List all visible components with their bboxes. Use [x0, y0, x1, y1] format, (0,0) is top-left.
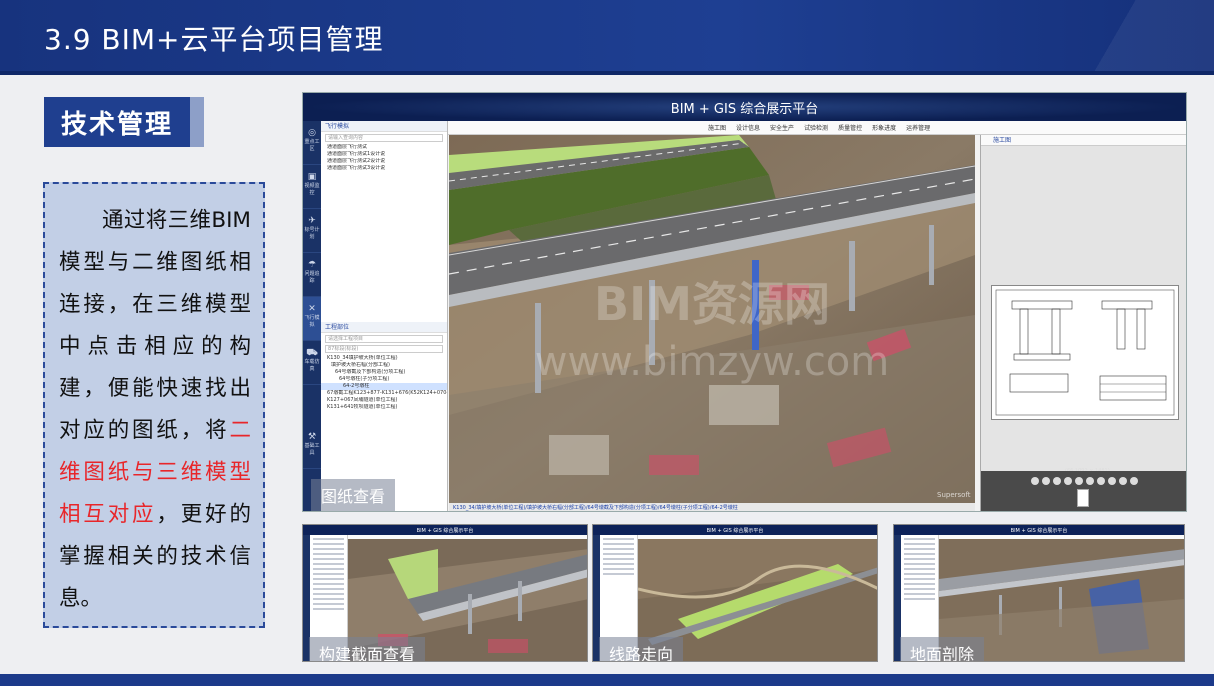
section-label-accent — [190, 97, 204, 147]
slide-title: 3.9 BIM+云平台项目管理 — [44, 23, 384, 56]
side-icon-label: 车载仿真 — [304, 359, 320, 372]
panel-spacer — [321, 172, 447, 322]
watermark-url: www.bimzyw.com — [535, 339, 890, 385]
side-icon-4[interactable]: ☂ 问题追踪 — [303, 253, 321, 297]
last-page-icon[interactable] — [1097, 477, 1105, 485]
next-page-icon[interactable] — [1086, 477, 1094, 485]
side-icon-label: 飞行模拟 — [304, 315, 320, 328]
rain-icon: ☂ — [307, 260, 317, 270]
tree-item-selected[interactable]: 64-2号墩柱 — [321, 383, 447, 390]
watermark-logo: BIM资源网 — [594, 277, 830, 331]
sub-caption: 地面剖除 — [900, 637, 985, 661]
description-part1: 通过将三维BIM模型与二维图纸相连接，在三维模型中点击相应的构建，便能快速找出对… — [59, 208, 251, 443]
side-icon-bar: ◎ 重点工区 ▣ 视频监控 ✈ 标号计划 ☂ 问题追踪 ✕ 飞行模拟 ⛟ 车载仿真 ⚒ 基础工… — [303, 121, 321, 511]
side-icon-5[interactable]: ✕ 飞行模拟 — [303, 297, 321, 341]
tree-item[interactable]: K127+067凤埔隧道(单位工程) — [321, 397, 447, 404]
side-icon-label: 标号计划 — [304, 227, 320, 240]
sub-screenshot-ground-removal: BIM + GIS 综合展示平台 地面剖除 — [893, 524, 1185, 662]
side-icon-label: 重点工区 — [304, 139, 320, 152]
tree-item[interactable]: 64号墩截及下部构造(分项工程) — [321, 369, 447, 376]
zoom-out-icon[interactable] — [1042, 477, 1050, 485]
play-icon[interactable] — [1075, 477, 1083, 485]
app-title: BIM + GIS 综合展示平台 — [670, 101, 819, 117]
drawing-sheet[interactable] — [991, 285, 1179, 420]
description-text: 通过将三维BIM模型与二维图纸相连接，在三维模型中点击相应的构建，便能快速找出对… — [59, 200, 251, 620]
toolbar-item[interactable]: 试验检测 — [804, 123, 828, 132]
side-icon-7[interactable]: ⚒ 基础工具 — [303, 425, 321, 469]
drawing-content — [995, 289, 1175, 416]
tree-item[interactable]: 67墩截工程K123+877-K131+676(K52K124+070-2) — [321, 390, 447, 397]
sub-screenshot-route: BIM + GIS 综合展示平台 线路走向 — [592, 524, 878, 662]
toolbar-item[interactable]: 施工图 — [708, 123, 726, 132]
fly-item[interactable]: 通道面层飞行测试1设计说 — [321, 151, 447, 158]
drawing-panel: 施工图 (66.1092 × 1481) — [980, 135, 1186, 511]
rotate-icon[interactable] — [1108, 477, 1116, 485]
project-tag[interactable]: 87标段(标段) — [325, 345, 443, 353]
side-icon-label: 基础工具 — [304, 443, 320, 456]
side-icon-2[interactable]: ▣ 视频监控 — [303, 165, 321, 209]
side-icon-label: 视频监控 — [304, 183, 320, 196]
main-caption: 图纸查看 — [311, 479, 396, 511]
camera-icon: ▣ — [307, 172, 317, 182]
slide-header: 3.9 BIM+云平台项目管理 — [0, 0, 1214, 75]
slide-footer-bar — [0, 674, 1214, 686]
tree-item[interactable]: K130_34填护坡大桥(单位工程) — [321, 355, 447, 362]
info-icon[interactable] — [1130, 477, 1138, 485]
project-select[interactable]: 请选择工程项目 — [325, 335, 443, 343]
header-decoration — [1014, 0, 1214, 75]
sub-app-title: BIM + GIS 综合展示平台 — [894, 525, 1184, 535]
app-toolbar: 施工图 设计信息 安全生产 试验检测 质量管控 形象进度 运养管理 — [448, 121, 1186, 135]
sub-screenshot-section-view: BIM + GIS 综合展示平台 构建截面查看 — [302, 524, 588, 662]
left-panel: 飞行模拟 请输入查询内容 通道面层飞行测试 通道面层飞行测试1设计说 通道面层飞… — [321, 121, 448, 511]
section-label: 技术管理 — [44, 97, 190, 147]
toolbar-item[interactable]: 运养管理 — [906, 123, 930, 132]
drawing-controls — [981, 471, 1186, 511]
toolbar-item[interactable]: 质量管控 — [838, 123, 862, 132]
fly-item[interactable]: 通道面层飞行测试 — [321, 144, 447, 151]
sub-caption: 构建截面查看 — [309, 637, 426, 661]
3d-viewport[interactable]: BIM资源网 www.bimzyw.com Supersoft — [449, 135, 975, 503]
sub-caption: 线路走向 — [599, 637, 684, 661]
car-icon: ⛟ — [306, 348, 318, 358]
fly-item[interactable]: 通道面层飞行测试3设计说 — [321, 165, 447, 172]
drawing-thumbnail[interactable] — [1077, 489, 1089, 507]
description-box: 通过将三维BIM模型与二维图纸相连接，在三维模型中点击相应的构建，便能快速找出对… — [43, 182, 265, 628]
project-panel-title: 工程部位 — [321, 322, 447, 333]
main-screenshot: BIM + GIS 综合展示平台 ◎ 重点工区 ▣ 视频监控 ✈ 标号计划 ☂ 问题追踪… — [302, 92, 1187, 512]
side-icon-6[interactable]: ⛟ 车载仿真 — [303, 341, 321, 385]
status-path: K130_34/填护坡大桥(单位工程)/填护坡大桥右幅(分部工程)/64号墩截及… — [449, 503, 975, 511]
fly-search-input[interactable]: 请输入查询内容 — [325, 134, 443, 142]
fly-item[interactable]: 通道面层飞行测试2设计说 — [321, 158, 447, 165]
header-stripe — [0, 71, 1214, 75]
tree-item[interactable]: 64号墩柱(子分项工程) — [321, 376, 447, 383]
drawing-panel-title: 施工图 — [981, 135, 1186, 146]
wrench-icon: ⚒ — [307, 432, 317, 442]
app-title-bar: BIM + GIS 综合展示平台 — [303, 93, 1186, 121]
target-icon: ◎ — [308, 128, 316, 138]
first-page-icon[interactable] — [1053, 477, 1061, 485]
sub-app-title: BIM + GIS 综合展示平台 — [303, 525, 587, 535]
zoom-in-icon[interactable] — [1031, 477, 1039, 485]
side-icon-label: 问题追踪 — [304, 271, 320, 284]
download-icon[interactable] — [1119, 477, 1127, 485]
plane-icon: ✈ — [308, 216, 316, 226]
side-icon-3[interactable]: ✈ 标号计划 — [303, 209, 321, 253]
view-brand: Supersoft — [937, 491, 971, 499]
terrain-scene: BIM资源网 www.bimzyw.com Supersoft — [449, 135, 975, 503]
sub-app-title: BIM + GIS 综合展示平台 — [593, 525, 877, 535]
prev-page-icon[interactable] — [1064, 477, 1072, 485]
toolbar-item[interactable]: 设计信息 — [736, 123, 760, 132]
tree-item[interactable]: K131+641牧坝隧道(单位工程) — [321, 404, 447, 411]
side-icon-1[interactable]: ◎ 重点工区 — [303, 121, 321, 165]
tree-item[interactable]: 填护坡大桥右幅(分部工程) — [321, 362, 447, 369]
toolbar-item[interactable]: 安全生产 — [770, 123, 794, 132]
fly-panel-title: 飞行模拟 — [321, 121, 447, 132]
toolbar-item[interactable]: 形象进度 — [872, 123, 896, 132]
tools-icon: ✕ — [308, 304, 316, 314]
